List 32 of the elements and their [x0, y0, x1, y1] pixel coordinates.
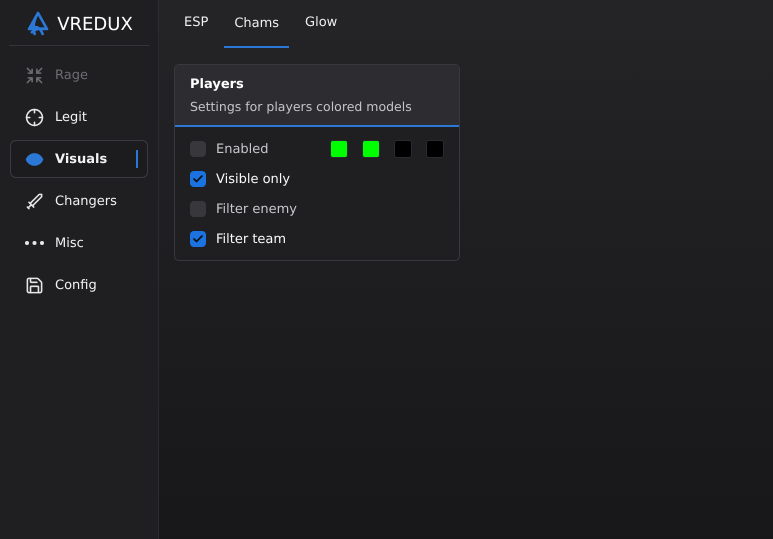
option-label: Filter team [216, 232, 288, 246]
sidebar-item[interactable]: Config [10, 266, 148, 304]
sword-icon [25, 192, 44, 210]
sidebar-item[interactable]: Changers [10, 182, 148, 220]
tab[interactable]: Glow [295, 0, 348, 48]
brand-name: VREDUX [57, 14, 133, 34]
arrows-icon [25, 66, 44, 84]
logo-icon [25, 11, 52, 37]
tab[interactable]: Chams [224, 0, 290, 48]
color-swatch[interactable] [330, 140, 348, 158]
option-label: Enabled [216, 142, 270, 156]
checkbox[interactable] [190, 171, 206, 187]
sidebar-item[interactable]: Visuals [10, 140, 148, 178]
check-icon [192, 173, 204, 185]
checkbox[interactable] [190, 231, 206, 247]
option-label: Visible only [216, 172, 292, 186]
check-icon [192, 233, 204, 245]
tab[interactable]: ESP [174, 0, 218, 48]
crosshair-icon [25, 108, 44, 126]
color-swatch[interactable] [362, 140, 380, 158]
sidebar-item[interactable]: Legit [10, 98, 148, 136]
sidebar-item[interactable]: Misc [10, 224, 148, 262]
checkbox[interactable] [190, 201, 206, 217]
option-label: Filter enemy [216, 202, 298, 216]
checkbox[interactable] [190, 141, 206, 157]
active-indicator [136, 150, 138, 168]
card-title: Players [190, 77, 245, 92]
card-subtitle: Settings for players colored models [190, 99, 413, 114]
dots-icon [25, 241, 44, 245]
color-swatch[interactable] [394, 140, 412, 158]
color-swatch[interactable] [426, 140, 444, 158]
save-icon [25, 276, 44, 294]
